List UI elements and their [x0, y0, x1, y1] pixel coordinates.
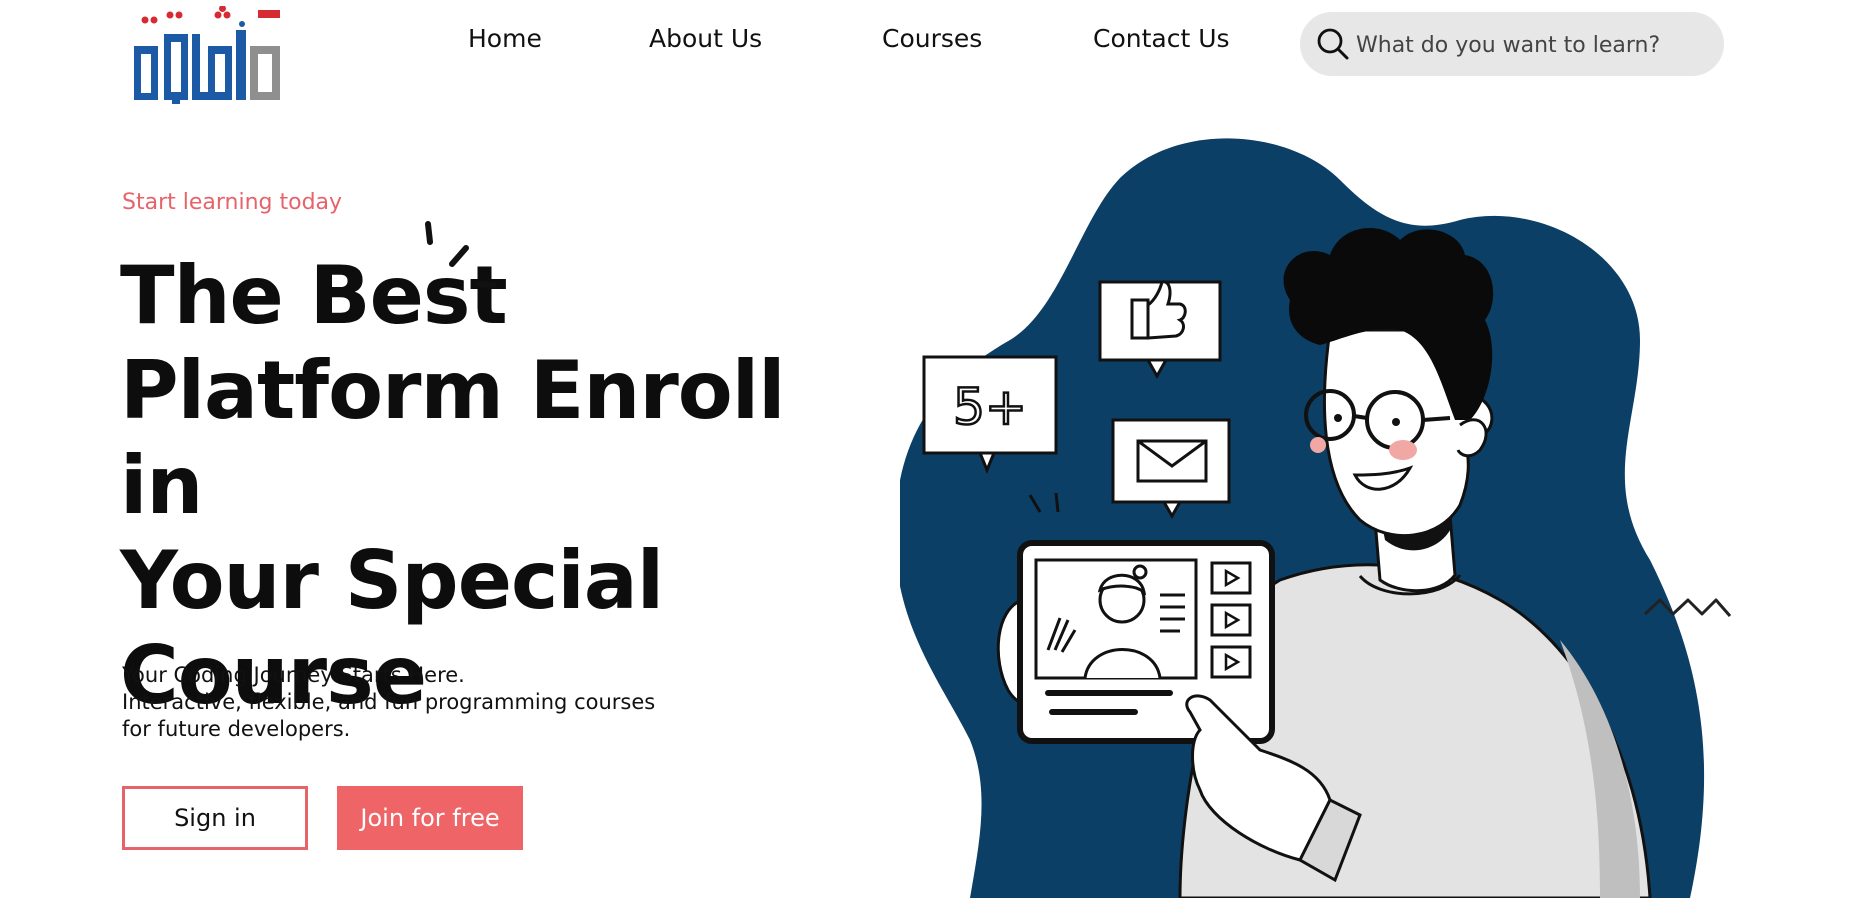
brand-logo[interactable] [132, 6, 284, 104]
headline-line-2: Platform Enroll in [120, 344, 786, 532]
subtitle-line-3: for future developers. [122, 717, 351, 741]
hero-illustration: 5+ [900, 138, 1732, 898]
mail-bubble [1111, 418, 1231, 520]
nav-about-us[interactable]: About Us [649, 24, 762, 53]
hero-headline: The Best Platform Enroll in Your Special… [120, 248, 880, 723]
bubble-count-text: 5+ [953, 378, 1027, 436]
sparkle-icon [425, 221, 497, 288]
subtitle-line-1: Your Coding Journey Starts Here. [122, 663, 465, 687]
nav-courses[interactable]: Courses [882, 24, 982, 53]
hero-eyebrow: Start learning today [122, 190, 343, 215]
subtitle-line-2: Interactive, flexible, and fun programmi… [122, 690, 656, 714]
sign-in-button[interactable]: Sign in [122, 786, 308, 850]
search-bar[interactable] [1300, 12, 1724, 76]
search-input[interactable] [1354, 22, 1708, 68]
envelope-icon [1136, 439, 1208, 483]
logo-accent-bar [258, 10, 280, 18]
join-for-free-button[interactable]: Join for free [337, 786, 523, 850]
search-icon [1317, 28, 1349, 60]
headline-line-3: Your Special [120, 534, 664, 627]
nav-contact-us[interactable]: Contact Us [1093, 24, 1230, 53]
notification-bubble: 5+ [922, 355, 1058, 474]
hero-subtitle: Your Coding Journey Starts Here. Interac… [122, 662, 722, 743]
nav-home[interactable]: Home [468, 24, 542, 53]
